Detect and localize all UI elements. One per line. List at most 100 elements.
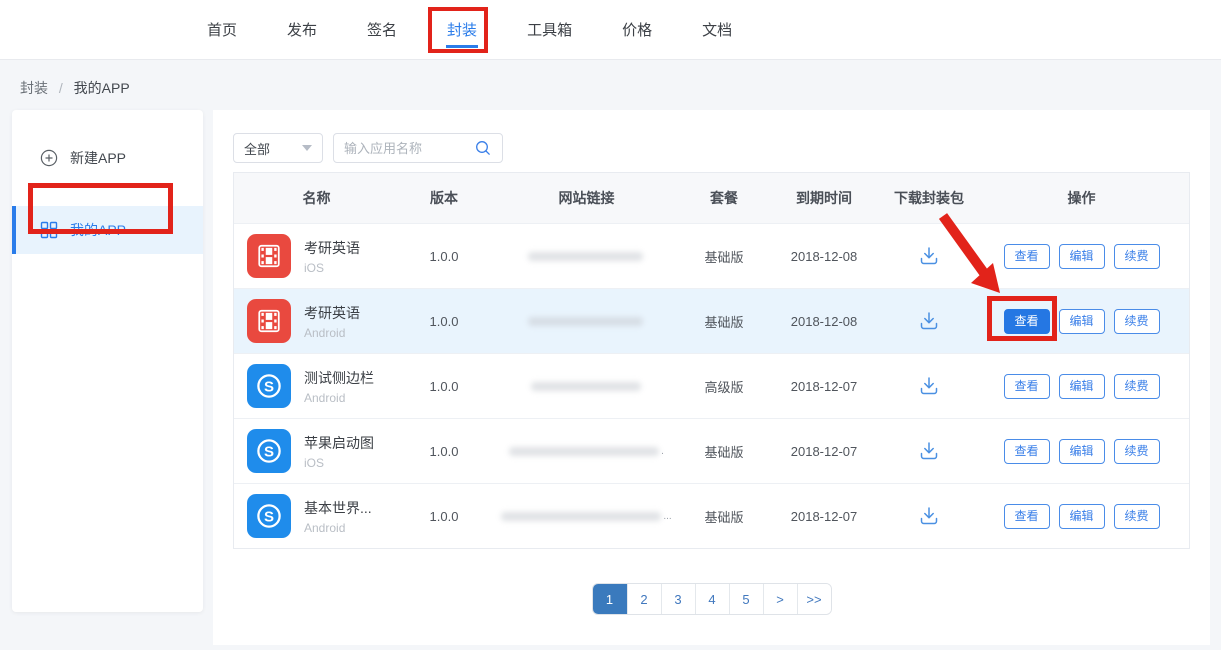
app-platform: Android xyxy=(304,326,399,340)
renew-button[interactable]: 续费 xyxy=(1114,244,1160,269)
sphere-icon: S xyxy=(247,364,291,408)
app-name: 考研英语 xyxy=(304,238,399,258)
grid-icon xyxy=(40,221,58,239)
pagination: 12345>>> xyxy=(592,583,832,615)
download-icon xyxy=(918,375,940,397)
edit-button[interactable]: 编辑 xyxy=(1059,244,1105,269)
nav-item[interactable]: 工具箱 xyxy=(527,0,572,60)
link-suffix: ... xyxy=(663,511,671,522)
download-icon xyxy=(918,310,940,332)
expire-date: 2018-12-07 xyxy=(764,444,884,459)
nav-item[interactable]: 首页 xyxy=(207,0,237,60)
plan-badge: 基础版 xyxy=(684,442,764,461)
page-number-button[interactable]: 3 xyxy=(661,584,695,614)
breadcrumb-section[interactable]: 封装 xyxy=(20,80,48,96)
page-number-button[interactable]: 5 xyxy=(729,584,763,614)
sidebar-item-new-app[interactable]: 新建APP xyxy=(12,134,203,182)
expire-date: 2018-12-08 xyxy=(764,314,884,329)
search-input[interactable] xyxy=(344,141,474,156)
edit-button[interactable]: 编辑 xyxy=(1059,309,1105,334)
page-next-button[interactable]: > xyxy=(763,584,797,614)
edit-button[interactable]: 编辑 xyxy=(1059,374,1105,399)
app-version: 1.0.0 xyxy=(399,314,489,329)
row-actions: 查看编辑续费 xyxy=(974,309,1189,334)
download-package-button[interactable] xyxy=(918,375,940,397)
app-table: 名称版本网站链接套餐到期时间下载封装包操作 考研英语 iOS 1.0.0 基础版… xyxy=(233,172,1190,549)
app-version: 1.0.0 xyxy=(399,509,489,524)
nav-item[interactable]: 封装 xyxy=(447,0,477,60)
table-row: S 测试侧边栏 Android 1.0.0 高级版 2018-12-07 查看编… xyxy=(234,353,1189,418)
row-actions: 查看编辑续费 xyxy=(974,504,1189,529)
view-button[interactable]: 查看 xyxy=(1004,439,1050,464)
table-row: S 基本世界... Android 1.0.0 ... 基础版 2018-12-… xyxy=(234,483,1189,548)
edit-button[interactable]: 编辑 xyxy=(1059,504,1105,529)
download-package-button[interactable] xyxy=(918,505,940,527)
expire-date: 2018-12-07 xyxy=(764,379,884,394)
sidebar: 新建APP 我的APP xyxy=(12,110,203,612)
blurred-link-bar xyxy=(509,447,659,456)
website-link-blurred: . xyxy=(489,446,684,457)
download-package-button[interactable] xyxy=(918,310,940,332)
renew-button[interactable]: 续费 xyxy=(1114,374,1160,399)
link-suffix: . xyxy=(661,446,664,457)
sphere-icon: S xyxy=(247,494,291,538)
app-version: 1.0.0 xyxy=(399,379,489,394)
view-button[interactable]: 查看 xyxy=(1004,309,1050,334)
top-nav: 首页发布签名封装 工具箱 价格文档 xyxy=(0,0,1221,60)
page-number-button[interactable]: 4 xyxy=(695,584,729,614)
blurred-link-bar xyxy=(528,317,643,326)
app-name-cell: 苹果启动图 iOS xyxy=(304,433,399,470)
view-button[interactable]: 查看 xyxy=(1004,244,1050,269)
nav-item[interactable]: 发布 xyxy=(287,0,317,60)
page-number-button[interactable]: 2 xyxy=(627,584,661,614)
renew-button[interactable]: 续费 xyxy=(1114,504,1160,529)
column-header: 名称 xyxy=(234,188,399,208)
sidebar-item-my-app[interactable]: 我的APP xyxy=(12,206,203,254)
sidebar-item-label: 我的APP xyxy=(70,220,126,240)
edit-button[interactable]: 编辑 xyxy=(1059,439,1105,464)
nav-item[interactable]: 文档 xyxy=(702,0,732,60)
app-platform: iOS xyxy=(304,261,399,275)
website-link-blurred xyxy=(489,317,684,326)
nav-item[interactable]: 签名 xyxy=(367,0,397,60)
download-cell xyxy=(884,310,974,332)
sphere-icon: S xyxy=(247,429,291,473)
renew-button[interactable]: 续费 xyxy=(1114,439,1160,464)
renew-button[interactable]: 续费 xyxy=(1114,309,1160,334)
download-icon xyxy=(918,440,940,462)
expire-date: 2018-12-08 xyxy=(764,249,884,264)
column-header: 版本 xyxy=(399,188,489,208)
column-header: 到期时间 xyxy=(764,188,884,208)
svg-text:S: S xyxy=(264,508,274,525)
nav-item[interactable]: 价格 xyxy=(622,0,652,60)
website-link-blurred xyxy=(489,252,684,261)
film-icon xyxy=(247,299,291,343)
search-icon[interactable] xyxy=(474,139,492,157)
app-version: 1.0.0 xyxy=(399,249,489,264)
app-name-cell: 考研英语 iOS xyxy=(304,238,399,275)
table-header-row: 名称版本网站链接套餐到期时间下载封装包操作 xyxy=(234,173,1189,223)
row-actions: 查看编辑续费 xyxy=(974,244,1189,269)
app-icon-cell: S xyxy=(234,429,304,473)
download-cell xyxy=(884,505,974,527)
download-cell xyxy=(884,375,974,397)
view-button[interactable]: 查看 xyxy=(1004,374,1050,399)
download-icon xyxy=(918,245,940,267)
app-name: 考研英语 xyxy=(304,303,399,323)
column-header: 网站链接 xyxy=(489,188,684,208)
sidebar-item-label: 新建APP xyxy=(70,148,126,168)
app-search xyxy=(333,133,503,163)
type-filter-value: 全部 xyxy=(244,139,270,158)
download-package-button[interactable] xyxy=(918,245,940,267)
app-name: 基本世界... xyxy=(304,498,399,518)
page-number-button[interactable]: 1 xyxy=(593,584,627,614)
svg-text:S: S xyxy=(264,378,274,395)
app-name: 苹果启动图 xyxy=(304,433,399,453)
type-filter-dropdown[interactable]: 全部 xyxy=(233,133,323,163)
download-package-button[interactable] xyxy=(918,440,940,462)
page-next-button[interactable]: >> xyxy=(797,584,831,614)
website-link-blurred xyxy=(489,382,684,391)
table-row: 考研英语 iOS 1.0.0 基础版 2018-12-08 查看编辑续费 xyxy=(234,223,1189,288)
column-header: 套餐 xyxy=(684,188,764,208)
view-button[interactable]: 查看 xyxy=(1004,504,1050,529)
